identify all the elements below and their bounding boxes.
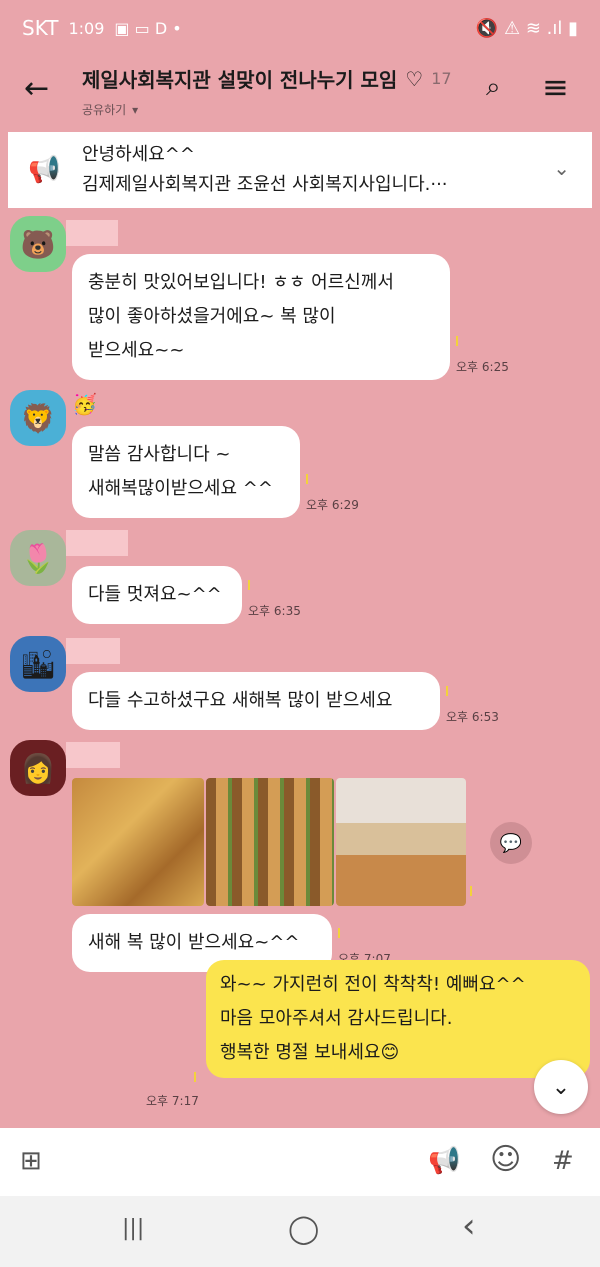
clock: 1:09 [68,18,105,38]
share-label: 공유하기 [82,103,127,117]
notice-banner[interactable]: 📢 안녕하세요^^ 김제제일사회복지관 조윤선 사회복지사입니다.··· ⌄ [8,132,592,208]
message-bubble[interactable]: 말씀 감사합니다 ~ 새해복많이받으세요 ^^ [72,426,300,518]
avatar[interactable]: 🦁 [10,390,66,446]
search-icon[interactable]: ⌕ [486,74,501,100]
unread-marker [446,686,448,696]
hash-icon[interactable]: # [552,1146,574,1176]
unread-marker [306,474,308,484]
sender-name [66,742,120,768]
back-icon[interactable]: ‹ [462,1206,476,1246]
chat-room-title: 제일사회복지관 설맞이 전나누기 모임 [82,68,398,92]
chevron-down-icon: ▾ [132,102,139,117]
photo-jeon-1[interactable] [72,778,204,906]
chevron-down-icon[interactable]: ⌄ [553,156,570,180]
input-bar: ⊞ 📢 ☺ # [0,1128,600,1196]
avatar[interactable]: 🐻 [10,216,66,272]
unread-marker [456,336,458,346]
sender-emoji: 🥳 [72,392,97,416]
unread-marker [338,928,340,938]
share-dropdown[interactable]: 공유하기 ▾ [82,101,472,118]
avatar[interactable]: 🏙 [10,636,66,692]
message-time: 오후 7:17 [146,1094,199,1108]
chat-title-area[interactable]: 제일사회복지관 설맞이 전나누기 모임 ♡ 17 공유하기 ▾ [82,64,472,118]
chat-header: ← 제일사회복지관 설맞이 전나누기 모임 ♡ 17 공유하기 ▾ ⌕ ≡ [0,56,600,126]
recent-apps-icon[interactable]: ||| [122,1216,144,1241]
message-bubble[interactable]: 다들 멋져요~^^ [72,566,242,624]
share-photo-button[interactable]: 💬 [490,822,532,864]
message-time: 오후 6:53 [446,710,499,724]
plus-icon[interactable]: ⊞ [20,1146,42,1176]
unread-marker [194,1072,196,1082]
megaphone-icon: 📢 [28,155,61,185]
avatar[interactable]: 👩 [10,740,66,796]
message-bubble[interactable]: 충분히 맛있어보입니다! ㅎㅎ 어르신께서 많이 좋아하셨을거에요~ 복 많이 … [72,254,450,380]
my-message-bubble[interactable]: 와~~ 가지런히 전이 착착착! 예뻐요^^ 마음 모아주셔서 감사드립니다. … [206,960,590,1078]
megaphone-icon[interactable]: 📢 [428,1146,460,1176]
message-time: 오후 6:25 [456,360,509,374]
scroll-down-button[interactable]: ⌄ [534,1060,588,1114]
photo-jeon-3[interactable] [336,778,466,906]
carrier-label: SKT [22,16,59,40]
avatar[interactable]: 🌷 [10,530,66,586]
home-icon[interactable]: ◯ [288,1212,319,1245]
notification-icons: ▣ ▭ D • [114,18,182,38]
sender-name [66,530,128,556]
emoji-icon[interactable]: ☺ [490,1142,521,1177]
sender-name [66,638,120,664]
heart-icon: ♡ [405,66,424,91]
message-bubble[interactable]: 다들 수고하셨구요 새해복 많이 받으세요 [72,672,440,730]
menu-icon[interactable]: ≡ [542,71,569,103]
status-bar: SKT 1:09 ▣ ▭ D • 🔇 ⚠ ≋ .ıl ▮ [0,0,600,56]
member-count: 17 [431,69,452,88]
unread-marker [248,580,250,590]
system-navigation-bar: ||| ◯ ‹ [0,1196,600,1267]
message-time: 오후 6:35 [248,604,301,618]
system-icons: 🔇 ⚠ ≋ .ıl ▮ [475,17,578,39]
back-arrow-icon[interactable]: ← [24,74,49,104]
unread-marker [470,886,472,896]
photo-jeon-2[interactable] [206,778,334,906]
notice-line-2: 김제제일사회복지관 조윤선 사회복지사입니다.··· [82,174,448,195]
message-time: 오후 6:29 [306,498,359,512]
sender-name [66,220,118,246]
notice-line-1: 안녕하세요^^ [82,144,195,165]
